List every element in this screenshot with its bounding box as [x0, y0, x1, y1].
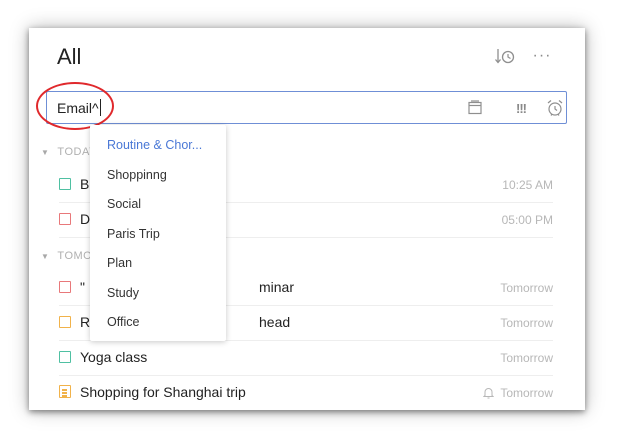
task-title-tail: minar	[259, 279, 295, 295]
task-title: Shopping for Shanghai trip	[80, 384, 246, 400]
dropdown-item[interactable]: Paris Trip	[107, 227, 160, 241]
task-title-tail: head	[259, 314, 291, 330]
task-checkbox[interactable]	[59, 351, 71, 363]
add-task-input-value: Email^	[57, 99, 101, 116]
task-title: R	[80, 314, 91, 330]
task-checkbox[interactable]	[59, 213, 71, 225]
more-options-icon[interactable]: ···	[530, 46, 554, 66]
task-row[interactable]: Shopping for Shanghai trip Tomorrow	[59, 376, 553, 410]
task-title: B	[80, 176, 90, 192]
dropdown-item[interactable]: Social	[107, 197, 141, 211]
task-date: Tomorrow	[500, 281, 553, 295]
collapse-triangle-icon[interactable]: ▼	[41, 252, 49, 261]
sort-by-time-icon[interactable]	[493, 46, 517, 66]
task-list-panel: All ··· Email^ !!! ▼ TODAY B 10:25 AM D …	[29, 28, 585, 410]
task-date: Tomorrow	[500, 351, 553, 365]
list-icon[interactable]	[465, 98, 485, 118]
dropdown-item[interactable]: Plan	[107, 256, 132, 270]
task-title: Yoga class	[80, 349, 148, 365]
priority-icon[interactable]: !!!	[511, 98, 531, 118]
section-today[interactable]: ▼ TODAY	[41, 142, 97, 162]
bell-icon	[483, 387, 495, 399]
task-date: 10:25 AM	[502, 178, 553, 192]
collapse-triangle-icon[interactable]: ▼	[41, 148, 49, 157]
list-suggestion-dropdown: Routine & Chor... Shoppinng Social Paris…	[90, 125, 226, 341]
dropdown-item[interactable]: Study	[107, 286, 139, 300]
dropdown-item[interactable]: Shoppinng	[107, 168, 167, 182]
add-task-input[interactable]: Email^ !!!	[46, 91, 567, 124]
task-checkbox[interactable]	[59, 316, 71, 328]
alarm-icon[interactable]	[545, 98, 565, 118]
task-row[interactable]: Yoga class Tomorrow	[59, 341, 553, 376]
note-icon[interactable]	[59, 385, 71, 398]
list-header: All ···	[29, 28, 585, 90]
text-caret	[99, 99, 101, 116]
dropdown-item[interactable]: Routine & Chor...	[107, 138, 202, 152]
task-checkbox[interactable]	[59, 178, 71, 190]
task-date: Tomorrow	[500, 316, 553, 330]
dropdown-item[interactable]: Office	[107, 315, 139, 329]
task-title: D	[80, 211, 91, 227]
task-title: "	[80, 279, 85, 295]
task-date: 05:00 PM	[501, 213, 553, 227]
list-title: All	[57, 44, 82, 69]
task-date: Tomorrow	[483, 386, 553, 400]
task-checkbox[interactable]	[59, 281, 71, 293]
